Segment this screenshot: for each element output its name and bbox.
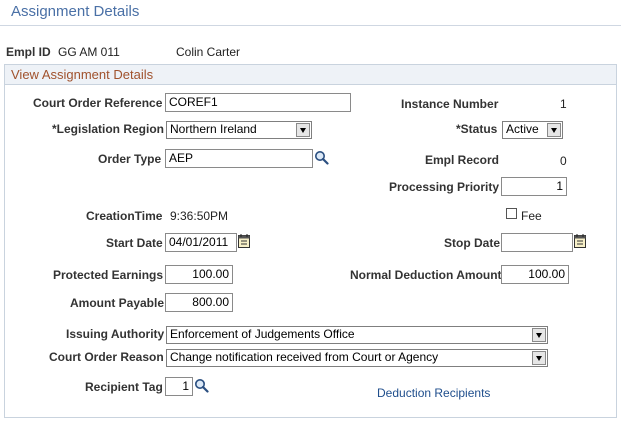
court-order-reason-value: Change notification received from Court … [170,350,439,364]
processing-priority-input[interactable]: 1 [501,177,567,196]
normal-deduction-amount-label: Normal Deduction Amount [350,268,502,282]
court-order-reason-select[interactable]: Change notification received from Court … [166,349,548,367]
chevron-down-icon[interactable] [296,123,310,137]
status-select[interactable]: Active [502,121,563,139]
order-type-label: Order Type [98,152,162,166]
page-title: Assignment Details [11,3,140,20]
amount-payable-label: Amount Payable [70,296,165,310]
fee-checkbox[interactable] [506,208,517,219]
instance-number-value: 1 [560,97,567,111]
order-type-input[interactable]: AEP [165,149,313,168]
creation-time-label: CreationTime [86,209,163,223]
employee-name: Colin Carter [176,45,241,59]
empl-record-label: Empl Record [425,153,500,167]
status-label: *Status [456,122,498,136]
recipient-tag-label: Recipient Tag [85,380,163,394]
fee-label: Fee [521,209,542,223]
chevron-down-icon[interactable] [532,351,546,365]
calendar-icon[interactable] [574,234,586,248]
legislation-region-value: Northern Ireland [170,122,257,136]
issuing-authority-select[interactable]: Enforcement of Judgements Office [166,326,548,344]
title-divider [0,25,621,26]
court-order-reference-label: Court Order Reference [33,96,163,110]
chevron-down-icon[interactable] [532,328,546,342]
status-value: Active [506,122,539,136]
issuing-authority-label: Issuing Authority [66,327,165,341]
start-date-input[interactable]: 04/01/2011 [165,233,237,252]
legislation-region-select[interactable]: Northern Ireland [166,121,312,139]
panel-title: View Assignment Details [11,67,154,82]
empl-id-label: Empl ID [6,45,51,59]
protected-earnings-input[interactable]: 100.00 [165,265,233,284]
amount-payable-input[interactable]: 800.00 [165,293,233,312]
issuing-authority-value: Enforcement of Judgements Office [170,327,355,341]
stop-date-label: Stop Date [444,236,501,250]
empl-id-value: GG AM 011 [58,45,120,59]
deduction-recipients-link[interactable]: Deduction Recipients [377,386,490,400]
empl-record-value: 0 [560,154,567,168]
legislation-region-label: *Legislation Region [52,122,165,136]
magnifier-icon[interactable] [194,378,209,393]
creation-time-value: 9:36:50PM [170,209,229,223]
recipient-tag-input[interactable]: 1 [165,377,193,396]
protected-earnings-label: Protected Earnings [53,268,164,282]
normal-deduction-amount-input[interactable]: 100.00 [501,265,569,284]
calendar-icon[interactable] [238,234,250,248]
instance-number-label: Instance Number [401,97,499,111]
chevron-down-icon[interactable] [547,123,561,137]
processing-priority-label: Processing Priority [389,180,500,194]
court-order-reason-label: Court Order Reason [49,350,164,364]
court-order-reference-input[interactable]: COREF1 [165,93,351,112]
magnifier-icon[interactable] [314,150,329,165]
stop-date-input[interactable] [501,233,573,252]
start-date-label: Start Date [106,236,163,250]
